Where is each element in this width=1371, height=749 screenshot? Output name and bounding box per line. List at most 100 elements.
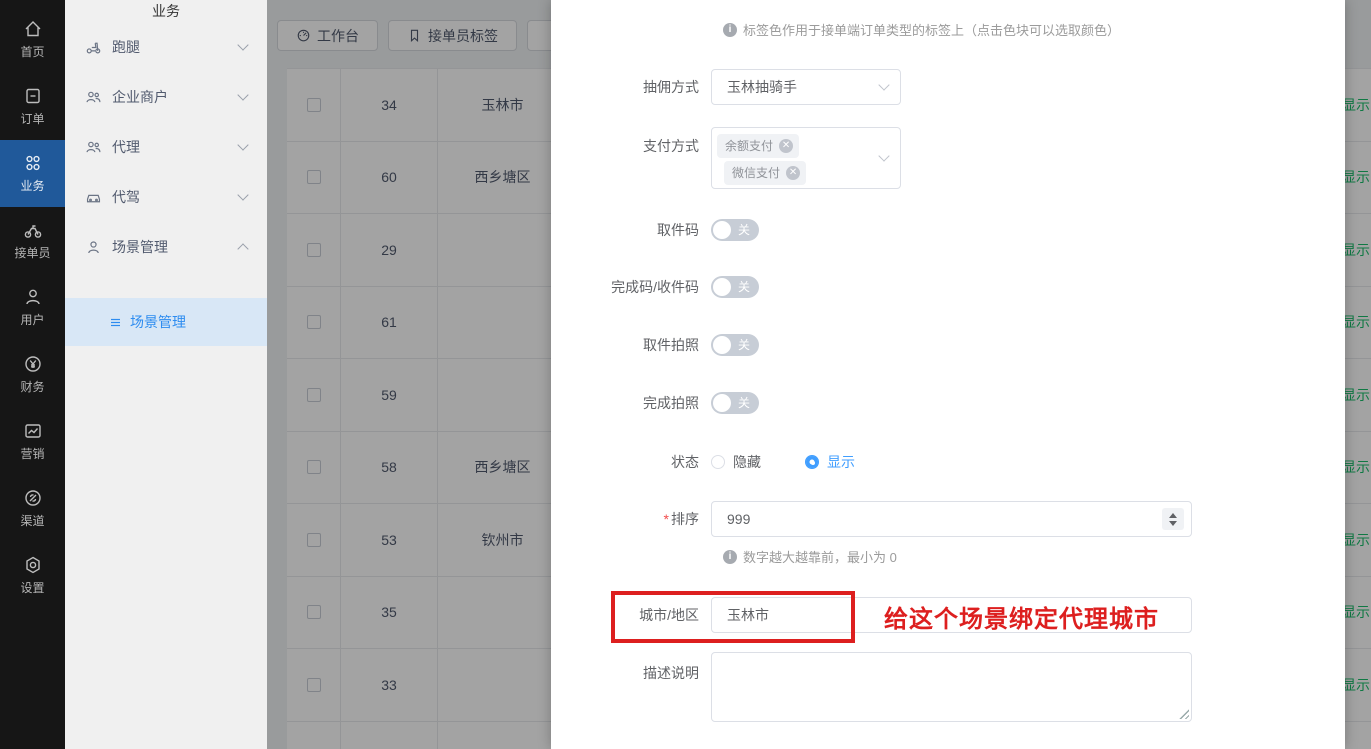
menu-item-driving[interactable]: 代驾 xyxy=(65,172,267,222)
field-label: 状态 xyxy=(551,452,711,472)
car-icon xyxy=(85,189,102,206)
tag-color-hint: i 标签色作用于接单端订单类型的标签上（点击色块可以选取颜色） xyxy=(723,20,1120,39)
toggle-state-label: 关 xyxy=(738,279,750,295)
tag-close-icon[interactable]: ✕ xyxy=(779,139,793,153)
people-icon xyxy=(85,139,102,156)
rider-icon xyxy=(23,220,43,240)
user-icon xyxy=(23,287,43,307)
sidebar-item-label: 财务 xyxy=(20,378,44,395)
radio-icon xyxy=(711,455,725,469)
submenu-item-scene-management[interactable]: 场景管理 xyxy=(65,298,267,346)
settings-icon xyxy=(23,555,43,575)
payment-tag: 余额支付 ✕ xyxy=(717,134,799,158)
radio-hide[interactable]: 隐藏 xyxy=(711,452,761,472)
number-stepper[interactable] xyxy=(1162,508,1184,530)
scooter-icon xyxy=(85,39,102,56)
sidebar-item-users[interactable]: 用户 xyxy=(0,274,65,341)
radio-label: 隐藏 xyxy=(733,452,761,472)
payment-multiselect[interactable]: 余额支付 ✕ 微信支付 ✕ xyxy=(711,127,901,189)
hint-text: 数字越大越靠前，最小为 0 xyxy=(743,547,897,566)
field-payment: 支付方式 余额支付 ✕ 微信支付 ✕ xyxy=(551,127,901,189)
resize-handle-icon[interactable] xyxy=(1177,707,1189,719)
sidebar-item-business[interactable]: 业务 xyxy=(0,140,65,207)
sidebar-item-label: 首页 xyxy=(20,43,44,60)
menu-item-agents[interactable]: 代理 xyxy=(65,122,267,172)
chevron-down-icon xyxy=(237,89,248,100)
sort-hint: i 数字越大越靠前，最小为 0 xyxy=(723,547,897,566)
sidebar-item-home[interactable]: 首页 xyxy=(0,6,65,73)
field-label: 抽佣方式 xyxy=(551,77,711,97)
field-label: *排序 xyxy=(551,509,711,529)
toggle-state-label: 关 xyxy=(738,337,750,353)
info-icon: i xyxy=(723,550,737,564)
sidebar-item-label: 接单员 xyxy=(14,244,50,261)
field-sort: *排序 xyxy=(551,501,1192,537)
menu-item-label: 跑腿 xyxy=(112,37,140,57)
step-up-icon[interactable] xyxy=(1169,513,1177,518)
tag-close-icon[interactable]: ✕ xyxy=(786,166,800,180)
sidebar-item-label: 设置 xyxy=(20,579,44,596)
step-down-icon[interactable] xyxy=(1169,521,1177,526)
field-pickup-code: 取件码 关 xyxy=(551,219,759,241)
toggle-knob xyxy=(713,278,731,296)
radio-icon xyxy=(805,455,819,469)
payment-tag: 微信支付 ✕ xyxy=(724,161,806,185)
chevron-down-icon xyxy=(878,79,889,90)
sidebar-item-couriers[interactable]: 接单员 xyxy=(0,207,65,274)
hint-text: 标签色作用于接单端订单类型的标签上（点击色块可以选取颜色） xyxy=(743,20,1120,39)
sidebar-item-label: 订单 xyxy=(20,110,44,127)
chevron-down-icon xyxy=(237,139,248,150)
field-label: 取件码 xyxy=(551,220,711,240)
marketing-icon xyxy=(23,421,43,441)
sidebar-item-label: 营销 xyxy=(20,445,44,462)
selected-value: 玉林抽骑手 xyxy=(727,77,797,97)
radio-label: 显示 xyxy=(827,452,855,472)
complete-code-toggle[interactable]: 关 xyxy=(711,276,759,298)
channel-icon xyxy=(23,488,43,508)
sidebar-item-channels[interactable]: 渠道 xyxy=(0,475,65,542)
sidebar-item-settings[interactable]: 设置 xyxy=(0,542,65,609)
pickup-code-toggle[interactable]: 关 xyxy=(711,219,759,241)
radio-show[interactable]: 显示 xyxy=(805,452,855,472)
sidebar-item-label: 业务 xyxy=(20,177,44,194)
chevron-down-icon xyxy=(237,39,248,50)
menu-item-errand[interactable]: 跑腿 xyxy=(65,22,267,72)
sidebar-item-label: 用户 xyxy=(20,311,44,328)
list-icon xyxy=(108,315,123,330)
field-label: 城市/地区 xyxy=(551,605,711,625)
tag-label: 微信支付 xyxy=(732,164,780,181)
description-textarea[interactable] xyxy=(711,652,1192,722)
menu-item-scene-management[interactable]: 场景管理 xyxy=(65,222,267,272)
field-label: 支付方式 xyxy=(551,127,711,156)
menu-item-label: 场景管理 xyxy=(112,237,168,257)
pickup-photo-toggle[interactable]: 关 xyxy=(711,334,759,356)
primary-sidebar: 首页 订单 业务 接单员 用户 财务 营销 渠道 xyxy=(0,0,65,749)
tag-label: 余额支付 xyxy=(725,137,773,154)
toggle-knob xyxy=(713,221,731,239)
toggle-knob xyxy=(713,336,731,354)
sidebar-item-finance[interactable]: 财务 xyxy=(0,341,65,408)
menu-title: 业务 xyxy=(65,0,267,22)
menu-item-label: 代理 xyxy=(112,137,140,157)
complete-photo-toggle[interactable]: 关 xyxy=(711,392,759,414)
sort-input[interactable] xyxy=(711,501,1192,537)
field-label: 完成码/收件码 xyxy=(551,277,711,297)
commission-select[interactable]: 玉林抽骑手 xyxy=(711,69,901,105)
scene-edit-dialog: i 标签色作用于接单端订单类型的标签上（点击色块可以选取颜色） 抽佣方式 玉林抽… xyxy=(551,0,1345,749)
field-city: 城市/地区 xyxy=(551,597,1192,633)
info-icon: i xyxy=(723,23,737,37)
sidebar-item-orders[interactable]: 订单 xyxy=(0,73,65,140)
toggle-state-label: 关 xyxy=(738,395,750,411)
city-input[interactable] xyxy=(711,597,1192,633)
people-icon xyxy=(85,89,102,106)
field-description: 描述说明 xyxy=(551,652,1192,722)
chevron-up-icon xyxy=(237,243,248,254)
sidebar-item-marketing[interactable]: 营销 xyxy=(0,408,65,475)
secondary-sidebar: 业务 跑腿 企业商户 代理 代驾 场景管理 场景管理 xyxy=(65,0,267,749)
required-asterisk: * xyxy=(664,511,669,527)
menu-item-merchants[interactable]: 企业商户 xyxy=(65,72,267,122)
sidebar-item-label: 渠道 xyxy=(20,512,44,529)
toggle-knob xyxy=(713,394,731,412)
submenu-item-label: 场景管理 xyxy=(130,312,186,332)
field-commission: 抽佣方式 玉林抽骑手 xyxy=(551,69,901,105)
